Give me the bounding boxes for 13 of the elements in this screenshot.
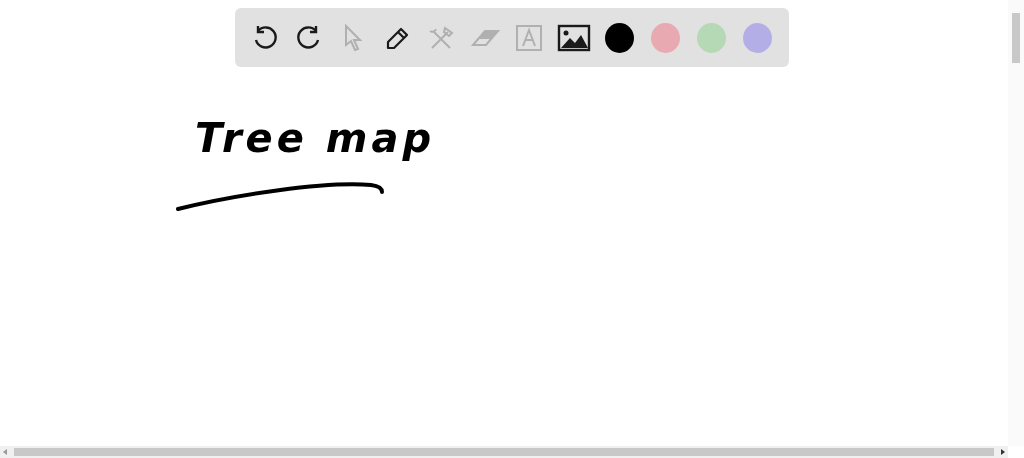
scrollbar-thumb[interactable]	[14, 448, 994, 456]
image-icon	[556, 23, 591, 52]
vertical-scrollbar[interactable]	[1008, 0, 1024, 446]
color-swatch[interactable]	[742, 22, 772, 53]
color-swatch[interactable]	[604, 22, 634, 53]
color-swatch[interactable]	[650, 22, 680, 53]
scrollbar-thumb[interactable]	[1012, 13, 1020, 63]
scroll-right-icon[interactable]	[1001, 449, 1005, 455]
horizontal-scrollbar[interactable]	[0, 446, 1008, 458]
text-box-icon	[515, 23, 544, 52]
color-swatch[interactable]	[696, 22, 726, 53]
scroll-left-icon[interactable]	[3, 449, 7, 455]
handwritten-title: Tree map	[195, 115, 436, 161]
